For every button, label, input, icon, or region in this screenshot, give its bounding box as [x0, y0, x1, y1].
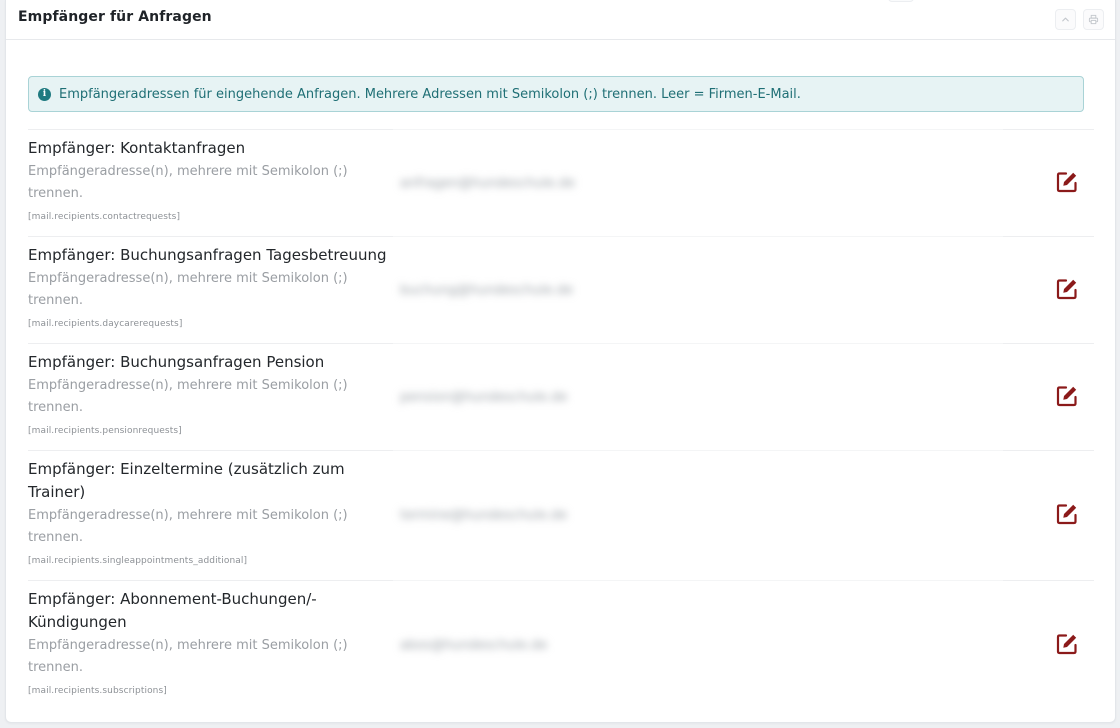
edit-icon	[1056, 634, 1077, 655]
setting-row-pensionrequests: Empfänger: Buchungsanfragen Pension Empf…	[28, 343, 1094, 450]
edit-button[interactable]	[1055, 384, 1079, 408]
setting-row-singleappointments: Empfänger: Einzeltermine (zusätzlich zum…	[28, 450, 1094, 580]
edit-icon	[1056, 504, 1077, 525]
setting-help: Empfängeradresse(n), mehrere mit Semikol…	[28, 164, 348, 201]
info-alert: i Empfängeradressen für eingehende Anfra…	[28, 76, 1084, 112]
setting-label: Empfänger: Einzeltermine (zusätzlich zum…	[28, 460, 345, 501]
print-button[interactable]	[1083, 9, 1104, 30]
row-divider	[28, 129, 393, 130]
row-divider	[393, 236, 1003, 237]
edit-icon	[1056, 279, 1077, 300]
row-divider	[28, 580, 393, 581]
row-divider	[28, 343, 393, 344]
row-divider	[393, 129, 1003, 130]
setting-label: Empfänger: Abonnement-Buchungen/-Kündigu…	[28, 590, 317, 631]
printer-icon	[1088, 14, 1099, 25]
setting-key: [mail.recipients.singleappointments_addi…	[28, 556, 248, 566]
setting-value: abos@hundeschule.de	[400, 637, 548, 653]
setting-row-subscriptions: Empfänger: Abonnement-Buchungen/-Kündigu…	[28, 580, 1094, 710]
setting-label: Empfänger: Buchungsanfragen Pension	[28, 353, 325, 371]
chevron-up-icon	[1062, 17, 1069, 22]
setting-key: [mail.recipients.pensionrequests]	[28, 426, 182, 436]
setting-value: anfragen@hundeschule.de	[400, 175, 575, 191]
panel-header: Empfänger für Anfragen	[6, 0, 1115, 40]
edit-button[interactable]	[1055, 170, 1079, 194]
setting-help: Empfängeradresse(n), mehrere mit Semikol…	[28, 378, 348, 415]
edit-icon	[1056, 172, 1077, 193]
setting-label: Empfänger: Buchungsanfragen Tagesbetreuu…	[28, 246, 387, 264]
edit-button[interactable]	[1055, 277, 1079, 301]
row-divider	[393, 450, 1003, 451]
row-divider	[1003, 343, 1094, 344]
setting-row-daycarerequests: Empfänger: Buchungsanfragen Tagesbetreuu…	[28, 236, 1094, 343]
panel-title: Empfänger für Anfragen	[18, 9, 212, 25]
edit-button[interactable]	[1055, 632, 1079, 656]
edit-button[interactable]	[1055, 502, 1079, 526]
setting-key: [mail.recipients.daycarerequests]	[28, 319, 183, 329]
setting-value: termine@hundeschule.de	[400, 507, 568, 523]
setting-help: Empfängeradresse(n), mehrere mit Semikol…	[28, 638, 348, 675]
row-divider	[1003, 236, 1094, 237]
setting-help: Empfängeradresse(n), mehrere mit Semikol…	[28, 271, 348, 308]
setting-help: Empfängeradresse(n), mehrere mit Semikol…	[28, 508, 348, 545]
setting-label: Empfänger: Kontaktanfragen	[28, 139, 246, 157]
row-divider	[28, 450, 393, 451]
row-divider	[1003, 450, 1094, 451]
row-divider	[393, 580, 1003, 581]
setting-key: [mail.recipients.subscriptions]	[28, 686, 167, 696]
row-divider	[28, 236, 393, 237]
info-circle-icon: i	[38, 87, 51, 101]
setting-value: pension@hundeschule.de	[400, 389, 568, 405]
row-divider	[393, 343, 1003, 344]
row-divider	[1003, 129, 1094, 130]
edit-icon	[1056, 386, 1077, 407]
info-alert-text: Empfängeradressen für eingehende Anfrage…	[59, 86, 801, 102]
setting-row-contactrequests: Empfänger: Kontaktanfragen Empfängeradre…	[28, 129, 1094, 236]
collapse-button[interactable]	[1055, 9, 1076, 30]
settings-panel: Empfänger für Anfragen i Empfängeradress…	[5, 0, 1116, 723]
row-divider	[1003, 580, 1094, 581]
setting-key: [mail.recipients.contactrequests]	[28, 212, 181, 222]
setting-value: buchung@hundeschule.de	[400, 282, 573, 298]
